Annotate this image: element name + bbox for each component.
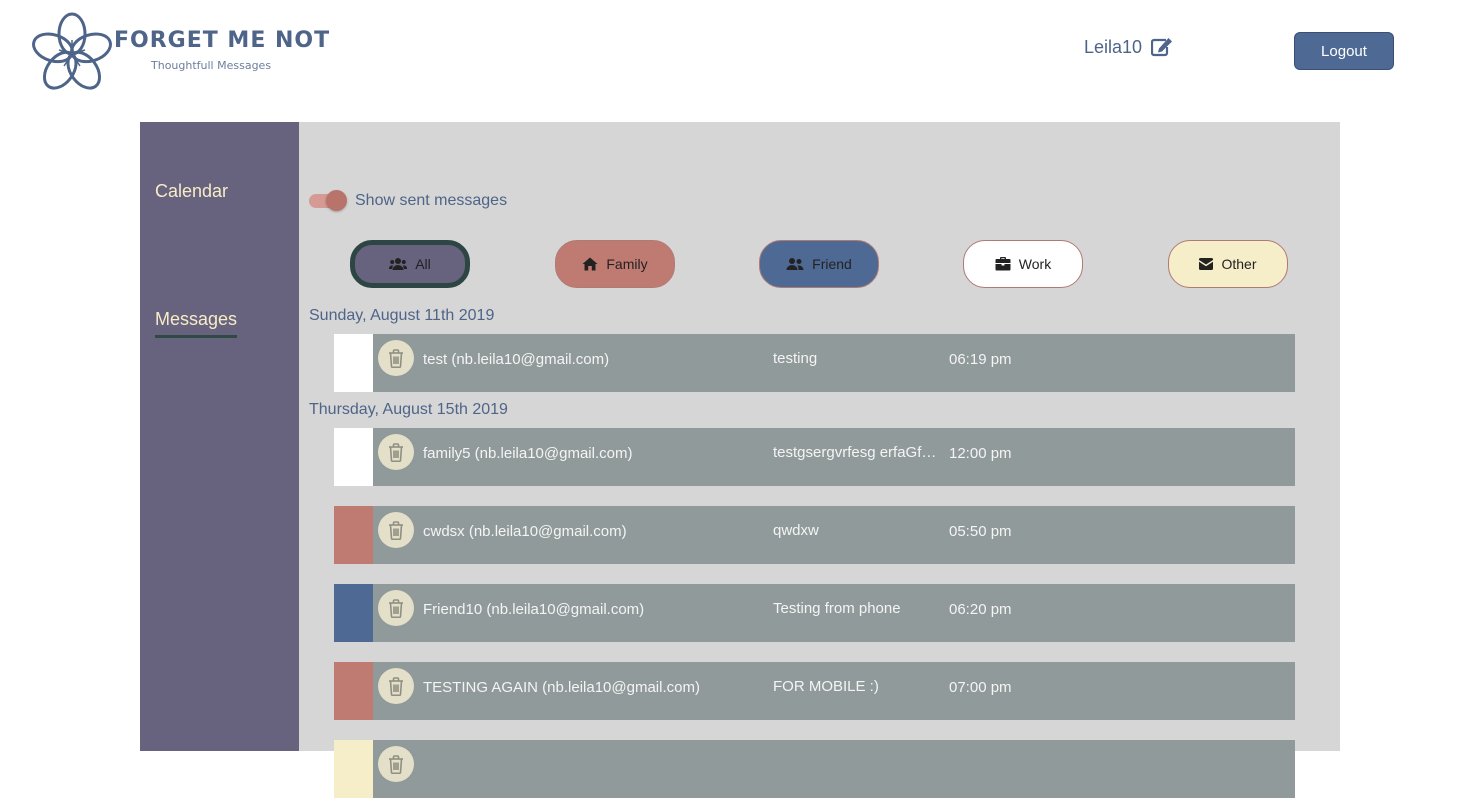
brand-title: FORGET ME NOT <box>114 28 331 53</box>
message-row[interactable]: cwdsx (nb.leila10@gmail.com) qwdxw 05:50… <box>334 506 1295 564</box>
filter-friend-label: Friend <box>812 256 852 272</box>
delete-message-button[interactable] <box>378 746 414 782</box>
flower-logo-icon <box>32 12 112 90</box>
trash-icon <box>389 520 403 540</box>
trash-icon <box>389 442 403 462</box>
logout-button[interactable]: Logout <box>1294 32 1394 70</box>
show-sent-toggle[interactable] <box>309 189 349 213</box>
brand-subtitle: Thoughtfull Messages <box>151 59 272 72</box>
messages-panel: Show sent messages All Family Friend Wor… <box>299 122 1340 798</box>
message-time: 07:00 pm <box>949 679 1012 696</box>
message-recipient: test (nb.leila10@gmail.com) <box>423 351 610 368</box>
message-text: testing <box>773 350 818 367</box>
date-header: Sunday, August 11th 2019 <box>309 307 495 324</box>
category-stripe <box>334 740 373 798</box>
user-friends-icon <box>786 258 804 270</box>
message-text: FOR MOBILE :) <box>773 678 879 695</box>
message-time: 12:00 pm <box>949 445 1012 462</box>
message-time: 06:20 pm <box>949 601 1012 618</box>
message-recipient: cwdsx (nb.leila10@gmail.com) <box>423 523 627 540</box>
envelope-icon <box>1199 258 1214 270</box>
message-text: Testing from phone <box>773 600 901 617</box>
edit-icon[interactable] <box>1151 37 1173 57</box>
message-row[interactable]: Friend10 (nb.leila10@gmail.com) Testing … <box>334 584 1295 642</box>
trash-icon <box>389 348 403 368</box>
filter-other-label: Other <box>1221 256 1257 272</box>
category-stripe <box>334 662 373 720</box>
message-recipient: TESTING AGAIN (nb.leila10@gmail.com) <box>423 679 700 696</box>
show-sent-label: Show sent messages <box>355 192 508 209</box>
message-row[interactable] <box>334 740 1295 798</box>
category-stripe <box>334 506 373 564</box>
home-icon <box>582 257 598 271</box>
header: FORGET ME NOT Thoughtfull Messages Leila… <box>0 0 1480 122</box>
toggle-knob <box>326 190 347 211</box>
filter-friend-button[interactable]: Friend <box>759 240 879 288</box>
logo[interactable]: FORGET ME NOT Thoughtfull Messages <box>30 12 329 96</box>
trash-icon <box>389 676 403 696</box>
category-stripe <box>334 584 373 642</box>
sidebar-item-calendar[interactable]: Calendar <box>155 181 228 202</box>
message-row[interactable]: TESTING AGAIN (nb.leila10@gmail.com) FOR… <box>334 662 1295 720</box>
message-time: 06:19 pm <box>949 351 1012 368</box>
trash-icon <box>389 754 403 774</box>
message-text: qwdxw <box>773 522 819 539</box>
filter-family-label: Family <box>606 256 648 272</box>
filter-work-label: Work <box>1018 256 1052 272</box>
delete-message-button[interactable] <box>378 668 414 704</box>
date-header: Thursday, August 15th 2019 <box>309 401 508 418</box>
filter-other-button[interactable]: Other <box>1168 240 1288 288</box>
message-recipient: Friend10 (nb.leila10@gmail.com) <box>423 601 645 618</box>
delete-message-button[interactable] <box>378 590 414 626</box>
sidebar: Calendar Messages <box>140 122 299 751</box>
trash-icon <box>389 598 403 618</box>
briefcase-icon <box>995 257 1011 271</box>
category-stripe <box>334 334 373 392</box>
delete-message-button[interactable] <box>378 434 414 470</box>
message-recipient: family5 (nb.leila10@gmail.com) <box>423 445 633 462</box>
filter-all-label: All <box>415 256 431 272</box>
username: Leila10 <box>1084 37 1143 57</box>
filter-work-button[interactable]: Work <box>963 240 1083 288</box>
filter-family-button[interactable]: Family <box>555 240 675 288</box>
users-icon <box>389 258 408 270</box>
message-row[interactable]: test (nb.leila10@gmail.com) testing 06:1… <box>334 334 1295 392</box>
message-row[interactable]: family5 (nb.leila10@gmail.com) testgserg… <box>334 428 1295 486</box>
delete-message-button[interactable] <box>378 512 414 548</box>
delete-message-button[interactable] <box>378 340 414 376</box>
sidebar-item-messages[interactable]: Messages <box>155 309 238 338</box>
filter-all-button[interactable]: All <box>350 240 470 288</box>
message-text: testgsergvrfesg erfaGfgerf <box>773 444 937 461</box>
category-stripe <box>334 428 373 486</box>
message-time: 05:50 pm <box>949 523 1012 540</box>
